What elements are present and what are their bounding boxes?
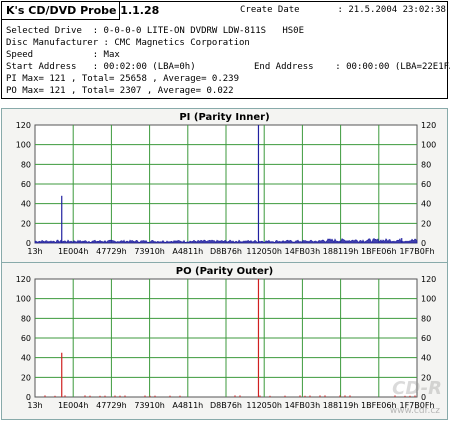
y-tick-label-right: 40 (421, 200, 431, 209)
y-tick-label-left: 80 (21, 160, 31, 169)
y-tick-label-left: 20 (21, 373, 31, 382)
y-tick-label-left: 100 (16, 295, 31, 304)
y-tick-label-right: 40 (421, 354, 431, 363)
x-tick-label: 14FB03h (285, 247, 321, 256)
y-tick-label-right: 80 (421, 314, 431, 323)
x-tick-label: 1E004h (58, 401, 88, 410)
end-address: End Address : 00:00:00 (LBA=22E1FAh) (254, 62, 450, 72)
disc-info-panel: K's CD/DVD Probe 1.1.28 Create Date : 21… (1, 1, 450, 99)
y-tick-label-left: 20 (21, 219, 31, 228)
disc-manufacturer: Disc Manufacturer : CMC Magnetics Corpor… (6, 38, 250, 48)
create-date: Create Date : 21.5.2004 23:02:38 (240, 5, 446, 15)
x-tick-label: 47729h (96, 247, 127, 256)
y-tick-label-right: 120 (421, 121, 436, 130)
x-tick-label: D8B76h (210, 247, 242, 256)
x-tick-label: 14FB03h (285, 401, 321, 410)
x-tick-label: 1BFE06h (361, 247, 396, 256)
chart-svg: 0 020 2040 4060 6080 80100 100120 12013h 1E004h 4… (16, 275, 437, 410)
x-tick-label: 13h (27, 401, 42, 410)
y-tick-label-left: 40 (21, 200, 31, 209)
y-tick-label-left: 120 (16, 275, 31, 284)
y-tick-label-right: 20 (421, 219, 431, 228)
y-tick-label-left: 40 (21, 354, 31, 363)
y-tick-label-left: 100 (16, 141, 31, 150)
y-tick-label-left: 120 (16, 121, 31, 130)
start-address: Start Address : 00:02:00 (LBA=0h) (6, 62, 196, 72)
x-tick-label: A4811h (172, 401, 203, 410)
x-tick-label: 73910h (134, 401, 165, 410)
po-stats: PO Max= 121 , Total= 2307 , Average= 0.0… (6, 86, 234, 96)
y-tick-label-left: 80 (21, 314, 31, 323)
x-tick-label: D8B76h (210, 401, 242, 410)
x-tick-label: 1E004h (58, 247, 88, 256)
x-tick-label: 112050h (246, 401, 282, 410)
po-chart: PO (Parity Outer) 0 0 20 20 40 40 60 60 80 80 100 1… (1, 262, 448, 420)
y-tick-label-left: 60 (21, 180, 31, 189)
x-tick-label: 112050h (246, 247, 282, 256)
y-tick-label-right: 100 (421, 141, 436, 150)
y-tick-label-right: 60 (421, 334, 431, 343)
y-tick-label-left: 60 (21, 334, 31, 343)
selected-drive: Selected Drive : 0-0-0-0 LITE-ON DVDRW L… (6, 26, 305, 36)
create-date-value: : 21.5.2004 23:02:38 (337, 5, 446, 15)
y-tick-label-right: 80 (421, 160, 431, 169)
x-tick-label: 188119h (323, 247, 359, 256)
app-title: K's CD/DVD Probe 1.1.28 (2, 2, 159, 20)
x-tick-label: 188119h (323, 401, 359, 410)
watermark-url: www.cdr.cz (389, 406, 440, 416)
x-tick-label: A4811h (172, 247, 203, 256)
x-tick-label: 13h (27, 247, 42, 256)
x-tick-label: 73910h (134, 247, 165, 256)
x-tick-label: 47729h (96, 401, 127, 410)
create-date-label: Create Date (240, 5, 300, 15)
speed: Speed : Max (6, 50, 120, 60)
pi-stats: PI Max= 121 , Total= 25658 , Average= 0.… (6, 74, 239, 84)
chart-svg: 0 020 2040 4060 6080 80100 100120 12013h 1E004h 4… (16, 121, 437, 256)
watermark-logo: CD-R (392, 378, 442, 399)
y-tick-label-right: 100 (421, 295, 436, 304)
y-tick-label-right: 120 (421, 275, 436, 284)
y-tick-label-right: 60 (421, 180, 431, 189)
x-tick-label: 1F7B0Fh (399, 247, 434, 256)
pi-chart: PI (Parity Inner) 0 0 20 20 40 40 60 60 80 80 100 1… (1, 108, 448, 266)
